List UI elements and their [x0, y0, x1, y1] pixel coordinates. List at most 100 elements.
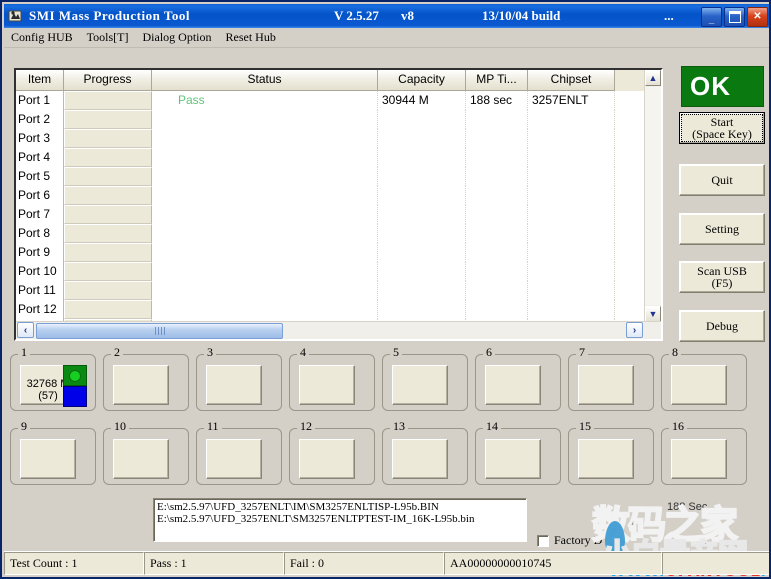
minimize-button[interactable]: _	[701, 7, 722, 27]
port-cell-number: 14	[483, 421, 501, 432]
cell-cap	[378, 129, 466, 148]
cell-stat	[152, 300, 378, 319]
start-button-sublabel: (Space Key)	[692, 128, 752, 140]
cell-cs	[528, 262, 615, 281]
quit-button[interactable]: Quit	[679, 164, 765, 196]
cell-stat	[152, 148, 378, 167]
cell-cap: 30944 M	[378, 91, 466, 110]
column-header-mp[interactable]: MP Ti...	[466, 70, 528, 91]
scroll-thumb-grip-icon	[155, 327, 165, 335]
menu-item-config-hub[interactable]: Config HUB	[4, 29, 80, 46]
port-cell-number: 10	[111, 421, 129, 432]
port-cell-display	[20, 439, 76, 479]
table-row[interactable]: Port 8	[16, 224, 661, 243]
cell-item: Port 8	[16, 224, 64, 243]
vertical-scrollbar[interactable]: ▲ ▼	[644, 70, 661, 322]
column-header-cap[interactable]: Capacity	[378, 70, 466, 91]
horizontal-scroll-thumb[interactable]	[36, 323, 283, 339]
application-window: SMI Mass Production Tool V 2.5.27 v8 13/…	[0, 0, 771, 579]
port-cell[interactable]: 10	[103, 428, 189, 485]
cell-prog	[64, 224, 152, 243]
cell-cap	[378, 281, 466, 300]
scan-usb-button[interactable]: Scan USB(F5)	[679, 261, 765, 293]
port-cell-number: 1	[18, 347, 30, 358]
port-cell-number: 7	[576, 347, 588, 358]
table-row[interactable]: Port 3	[16, 129, 661, 148]
table-row[interactable]: Port 5	[16, 167, 661, 186]
cell-mp	[466, 281, 528, 300]
table-row[interactable]: Port 1Pass30944 M188 sec3257ENLT	[16, 91, 661, 110]
start-button[interactable]: Start(Space Key)	[679, 112, 765, 144]
menu-item-tools[interactable]: Tools[T]	[80, 29, 136, 46]
setting-button[interactable]: Setting	[679, 213, 765, 245]
scroll-up-icon[interactable]: ▲	[645, 70, 661, 86]
menu-item-dialog-option[interactable]: Dialog Option	[136, 29, 219, 46]
factory-default-checkbox-row[interactable]: Factory D	[537, 533, 602, 548]
debug-button[interactable]: Debug	[679, 310, 765, 342]
cell-prog	[64, 110, 152, 129]
title-bar: SMI Mass Production Tool V 2.5.27 v8 13/…	[4, 4, 771, 28]
list-body[interactable]: Port 1Pass30944 M188 sec3257ENLTPort 2Po…	[16, 91, 661, 322]
port-cell[interactable]: 9	[10, 428, 96, 485]
table-row[interactable]: Port 6	[16, 186, 661, 205]
column-header-prog[interactable]: Progress	[64, 70, 152, 91]
scroll-down-icon[interactable]: ▼	[645, 306, 661, 322]
port-cell[interactable]: 2	[103, 354, 189, 411]
table-row[interactable]: Port 12	[16, 300, 661, 319]
status-pass-count: Pass : 1	[144, 552, 284, 575]
cell-cs	[528, 186, 615, 205]
table-row[interactable]: Port 11	[16, 281, 661, 300]
window-title: SMI Mass Production Tool	[29, 8, 190, 24]
port-cell[interactable]: 4	[289, 354, 375, 411]
table-row[interactable]: Port 9	[16, 243, 661, 262]
firmware-path-box[interactable]: E:\sm2.5.97\UFD_3257ENLT\IM\SM3257ENLTIS…	[153, 498, 527, 542]
table-row[interactable]: Port 10	[16, 262, 661, 281]
cell-mp: 188 sec	[466, 91, 528, 110]
cell-cap	[378, 148, 466, 167]
setting-button-label: Setting	[705, 223, 739, 235]
table-row[interactable]: Port 2	[16, 110, 661, 129]
port-cell-display	[392, 439, 448, 479]
port-cell[interactable]: 6	[475, 354, 561, 411]
port-cell[interactable]: 132768 M(57)	[10, 354, 96, 411]
cell-item: Port 3	[16, 129, 64, 148]
cell-stat	[152, 262, 378, 281]
port-cell-display	[671, 439, 727, 479]
scroll-left-icon[interactable]: ‹	[17, 322, 34, 338]
table-row[interactable]: Port 4	[16, 148, 661, 167]
port-cell[interactable]: 3	[196, 354, 282, 411]
port-grid: 132768 M(57)2345678910111213141516	[10, 354, 765, 489]
port-cell[interactable]: 8	[661, 354, 747, 411]
column-header-stat[interactable]: Status	[152, 70, 378, 91]
port-cell[interactable]: 12	[289, 428, 375, 485]
column-header-item[interactable]: Item	[16, 70, 64, 91]
column-header-cs[interactable]: Chipset	[528, 70, 615, 91]
cell-item: Port 7	[16, 205, 64, 224]
port-cell[interactable]: 5	[382, 354, 468, 411]
port-cell-display	[206, 439, 262, 479]
cell-mp	[466, 186, 528, 205]
port-cell[interactable]: 14	[475, 428, 561, 485]
cell-stat	[152, 281, 378, 300]
horizontal-scrollbar[interactable]: ‹ ›	[16, 321, 661, 339]
port-cell-number: 11	[204, 421, 222, 432]
cell-prog	[64, 243, 152, 262]
port-cell[interactable]: 7	[568, 354, 654, 411]
table-row[interactable]: Port 7	[16, 205, 661, 224]
port-cell-display	[299, 439, 355, 479]
port-cell-number: 16	[669, 421, 687, 432]
port-cell[interactable]: 15	[568, 428, 654, 485]
cell-prog	[64, 300, 152, 319]
port-cell[interactable]: 16	[661, 428, 747, 485]
close-button[interactable]: ✕	[747, 7, 768, 27]
cell-item: Port 4	[16, 148, 64, 167]
scroll-right-icon[interactable]: ›	[626, 322, 643, 338]
menu-bar: Config HUB Tools[T] Dialog Option Reset …	[4, 28, 771, 48]
menu-item-reset-hub[interactable]: Reset Hub	[219, 29, 283, 46]
factory-default-checkbox[interactable]	[537, 535, 549, 547]
status-serial-number: AA00000000010745	[444, 552, 662, 575]
vertical-scroll-track[interactable]	[645, 87, 661, 305]
port-cell[interactable]: 13	[382, 428, 468, 485]
maximize-button[interactable]	[724, 7, 745, 27]
port-cell[interactable]: 11	[196, 428, 282, 485]
